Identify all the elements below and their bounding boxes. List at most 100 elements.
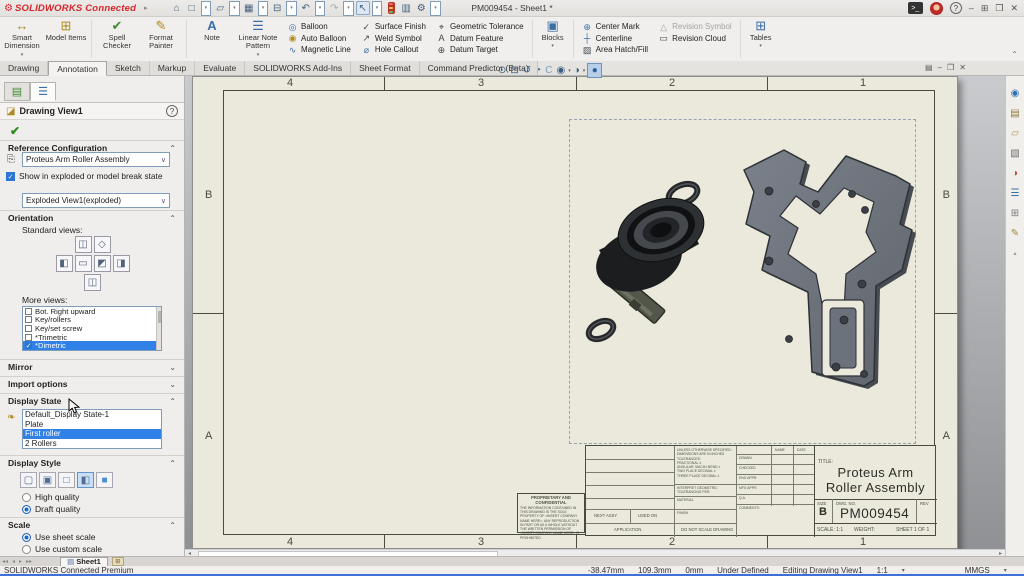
tab-solidworks-addins[interactable]: SOLIDWORKS Add-Ins [245,61,351,75]
draft-quality-radio[interactable] [22,505,31,514]
ok-check-icon[interactable]: ✔ [10,124,20,138]
view-checkbox[interactable]: ✓ [25,342,32,349]
revision-cloud-button[interactable]: ▭Revision Cloud [658,33,732,44]
view-top-button[interactable]: ▭ [75,255,92,272]
spell-checker-button[interactable]: ✔ Spell Checker [95,17,139,61]
view-current-button[interactable]: ◩ [94,255,111,272]
collapse-chevron-icon[interactable]: ⌃ [169,144,176,153]
new-dropdown-icon[interactable]: ▾ [201,1,212,16]
list-item[interactable]: Default_Display State-1 [23,410,161,420]
custom-properties-icon[interactable]: ☰ [1008,186,1023,201]
graphics-area[interactable]: 4 3 2 1 4 3 2 1 B A B A [185,76,1005,557]
exploded-checkbox-row[interactable]: ✓ Show in exploded or model break state [6,172,178,182]
menu-expand-icon[interactable]: ▸ [144,4,148,12]
surface-finish-button[interactable]: ✓Surface Finish [361,21,426,32]
list-item[interactable]: Key/rollers [23,316,161,325]
collapse-chevron-icon[interactable]: ⌃ [169,214,176,223]
task-pane-collapse-icon[interactable]: ▴ [1013,250,1016,257]
collapse-chevron-icon[interactable]: ⌃ [169,521,176,530]
lifecycle-status-icon[interactable] [384,1,398,15]
view-checkbox[interactable] [25,325,32,332]
scale-header[interactable]: Scale ⌃ [0,517,184,532]
view-checkbox[interactable] [25,308,32,315]
open-dropdown-icon[interactable]: ▾ [229,1,240,16]
layout-window-button[interactable]: ⊞ [981,3,989,14]
display-style-icon[interactable]: ◑ [573,65,581,76]
use-custom-scale-radio[interactable] [22,545,31,554]
select-tool-button[interactable]: ↖ [356,1,370,15]
section-view-icon[interactable]: ◔ [534,65,542,76]
list-item-selected[interactable]: ✓*Dimetric [23,341,161,350]
save-dropdown-icon[interactable]: ▾ [258,1,269,16]
view-palette-icon[interactable]: ▧ [1008,146,1023,161]
view-isometric-button[interactable]: ◇ [94,236,111,253]
undo-button[interactable]: ↶ [299,1,313,15]
exploded-checkbox[interactable]: ✓ [6,172,15,181]
auto-balloon-button[interactable]: ◉Auto Balloon [287,33,351,44]
more-views-listbox[interactable]: Bot. Right upward Key/rollers Key/set sc… [22,306,162,351]
view-left-button[interactable]: ◧ [56,255,73,272]
tab-sheet-format[interactable]: Sheet Format [351,61,420,75]
zoom-to-fit-icon[interactable]: ⊙ [497,65,507,76]
rotate-view-icon[interactable]: C [544,65,553,76]
model-items-button[interactable]: ⊞ Model Items [44,17,88,61]
display-style-dropdown-icon[interactable]: ▾ [583,68,586,74]
list-item-selected[interactable]: First roller [23,429,161,439]
view-front-button[interactable]: ◫ [75,236,92,253]
options-dropdown-icon[interactable]: ▾ [430,1,441,16]
smart-dimension-button[interactable]: ↔ Smart Dimension ▾ [0,17,44,61]
open-button[interactable]: ▱ [213,1,227,15]
view-bottom-button[interactable]: ◫ [84,274,101,291]
use-custom-scale-row[interactable]: Use custom scale [22,544,102,554]
mirror-header[interactable]: Mirror ⌄ [0,359,184,374]
linear-note-pattern-button[interactable]: ☰ Linear Note Pattern ▾ [234,17,282,61]
new-document-button[interactable]: □ [185,1,199,15]
prev-sheet-icon[interactable]: ◂ [10,558,17,565]
wireframe-style-button[interactable]: ▢ [20,472,37,488]
import-options-header[interactable]: Import options ⌄ [0,376,184,391]
tab-markup[interactable]: Markup [150,61,195,75]
tab-annotation[interactable]: Annotation [48,61,107,76]
tab-sketch[interactable]: Sketch [107,61,150,75]
view-checkbox[interactable] [25,316,32,323]
centerline-button[interactable]: ┼Centerline [582,33,648,44]
shaded-with-edges-button[interactable]: ◧ [77,472,94,488]
view-orientation-dropdown-icon[interactable]: ▾ [568,68,571,74]
ribbon-collapse-icon[interactable]: ⌃ [1011,50,1024,61]
display-state-header[interactable]: Display State ⌃ [0,393,184,408]
view-orientation-icon[interactable]: ◉ [555,65,566,76]
use-sheet-scale-radio[interactable] [22,533,31,542]
first-sheet-icon[interactable]: ◂◂ [0,558,10,565]
blocks-dropdown-icon[interactable]: ▾ [551,43,554,49]
blocks-button[interactable]: ▣ Blocks ▾ [536,17,570,61]
redo-dropdown-icon[interactable]: ▾ [343,1,354,16]
doc-restore-icon[interactable]: ❒ [947,63,954,72]
center-mark-button[interactable]: ⊕Center Mark [582,21,648,32]
file-explorer-icon[interactable]: ▱ [1008,126,1023,141]
save-button[interactable]: ▦ [242,1,256,15]
expand-chevron-icon[interactable]: ⌄ [169,363,176,372]
magnetic-line-button[interactable]: ∿Magnetic Line [287,44,351,55]
close-window-button[interactable]: ✕ [1010,3,1018,14]
doc-minimize-icon[interactable]: – [938,63,942,72]
undo-dropdown-icon[interactable]: ▾ [315,1,326,16]
console-icon[interactable]: >_ [908,2,923,14]
list-item[interactable]: *Trimetric [23,333,161,342]
minimize-window-button[interactable]: – [969,3,974,13]
print-dropdown-icon[interactable]: ▾ [286,1,297,16]
zoom-to-area-icon[interactable]: ⊡ [509,65,519,76]
shaded-style-button[interactable]: ■ [96,472,113,488]
tab-evaluate[interactable]: Evaluate [195,61,245,75]
list-item[interactable]: Bot. Right upward [23,307,161,316]
drawing-sheet[interactable]: 4 3 2 1 4 3 2 1 B A B A [192,76,958,549]
panel-help-button[interactable]: ? [166,105,178,117]
weld-symbol-button[interactable]: ↗Weld Symbol [361,33,426,44]
format-painter-button[interactable]: ✎ Format Painter [139,17,183,61]
doc-close-icon[interactable]: ✕ [959,63,966,72]
balloon-button[interactable]: ◎Balloon [287,21,351,32]
appearances-icon[interactable]: ◑ [1008,166,1023,181]
user-avatar[interactable] [930,2,943,15]
tables-button[interactable]: ⊞ Tables ▾ [744,17,778,61]
design-library-icon[interactable]: ▤ [1008,106,1023,121]
next-sheet-icon[interactable]: ▸ [17,558,24,565]
